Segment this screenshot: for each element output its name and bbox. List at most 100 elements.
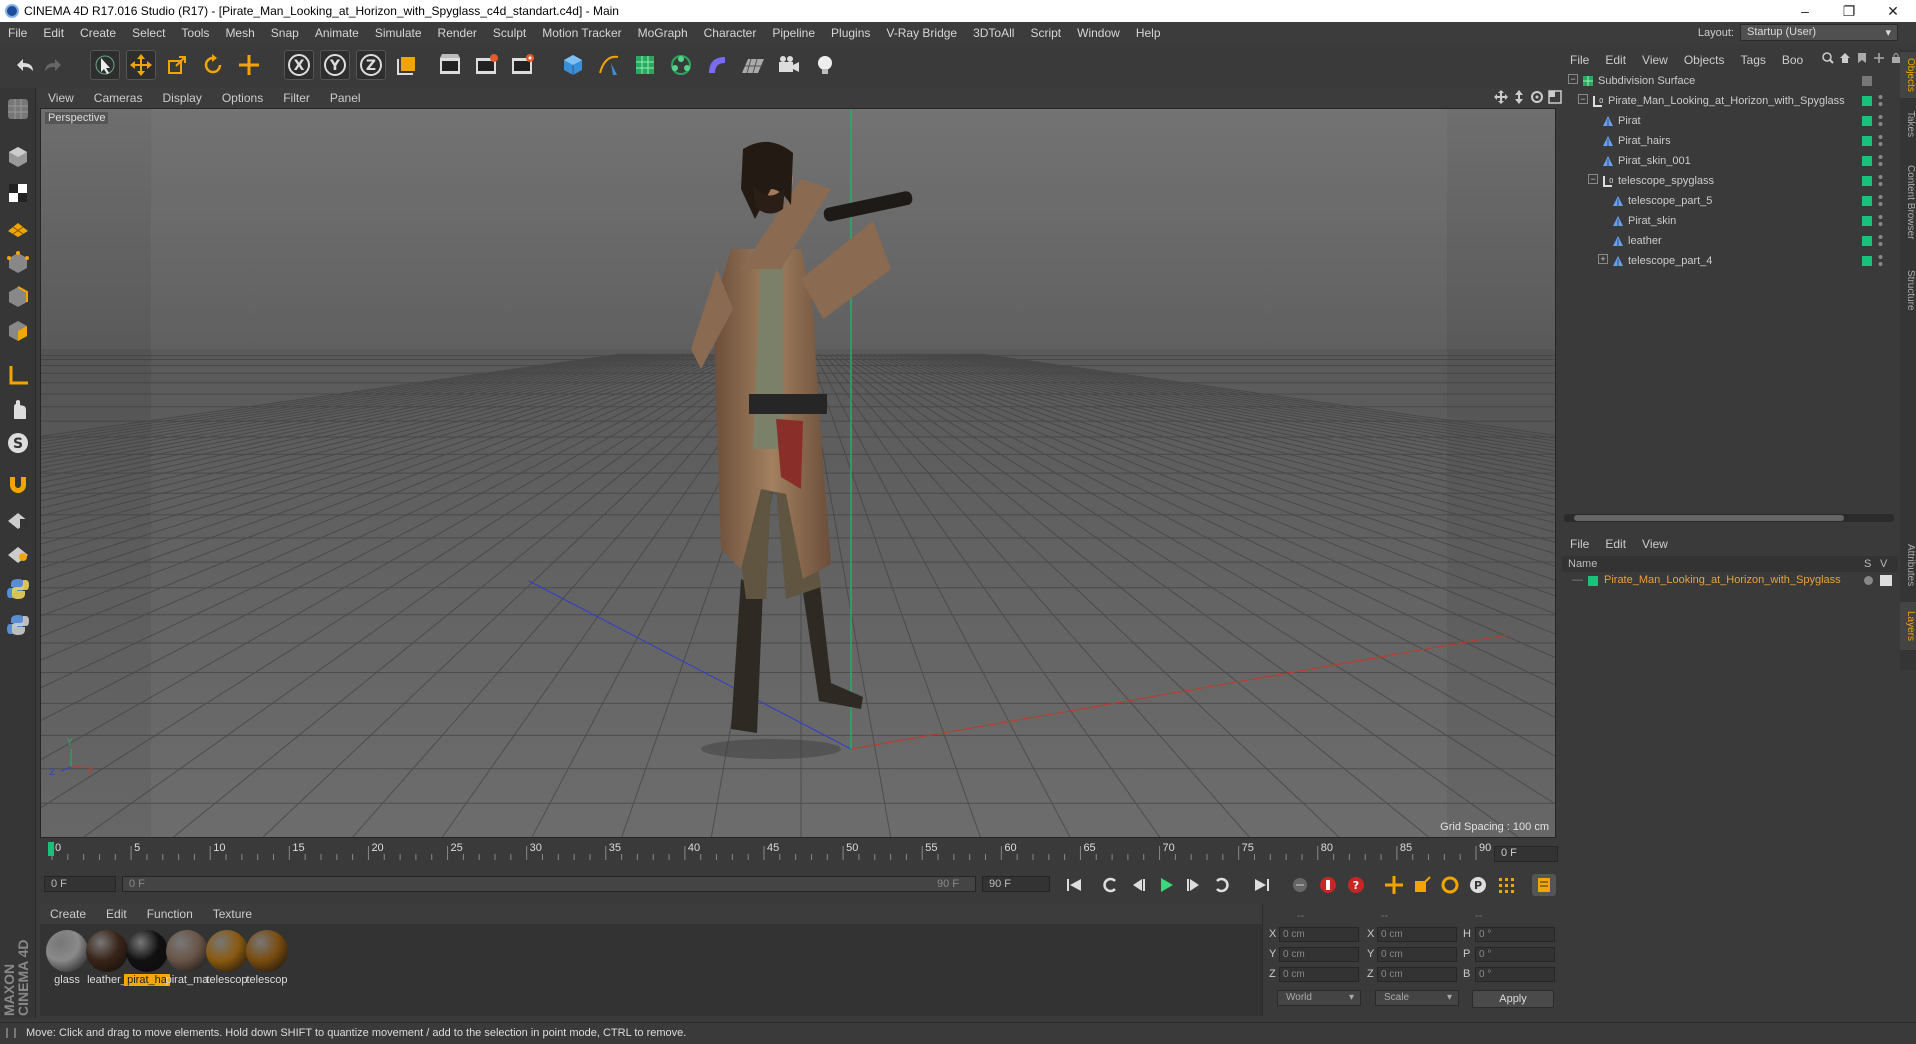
material-menu-edit[interactable]: Edit — [96, 907, 137, 921]
coord-position-field[interactable]: 0 cm — [1279, 947, 1359, 962]
object-menu-boo[interactable]: Boo — [1774, 53, 1811, 67]
layer-tag-icon[interactable] — [1862, 216, 1872, 226]
transform-type-dropdown[interactable]: Scale ▾ — [1375, 990, 1459, 1006]
coord-size-field[interactable]: 0 cm — [1377, 947, 1457, 962]
scale-tool-icon[interactable] — [162, 50, 192, 80]
layer-tag-icon[interactable] — [1862, 116, 1872, 126]
menu-edit[interactable]: Edit — [35, 26, 72, 40]
record-keys-button[interactable] — [1316, 874, 1340, 896]
side-tab-structure[interactable]: Structure — [1900, 258, 1916, 322]
viewport-layout-icon[interactable] — [1548, 90, 1562, 104]
material-menu-texture[interactable]: Texture — [203, 907, 262, 921]
layer-menu-file[interactable]: File — [1562, 537, 1597, 551]
next-frame-button[interactable] — [1182, 874, 1206, 896]
side-tab-attributes[interactable]: Attributes — [1900, 530, 1916, 600]
search-icon[interactable] — [1822, 52, 1834, 64]
maximize-button[interactable]: ❐ — [1826, 0, 1872, 22]
undo-button[interactable] — [8, 50, 38, 80]
previous-frame-button[interactable] — [1126, 874, 1150, 896]
x-axis-lock-icon[interactable]: X — [284, 50, 314, 80]
edges-mode-icon[interactable] — [3, 282, 33, 312]
layer-row[interactable]: — Pirate_Man_Looking_at_Horizon_with_Spy… — [1562, 572, 1898, 590]
menu-file[interactable]: File — [0, 26, 35, 40]
object-menu-tags[interactable]: Tags — [1733, 53, 1774, 67]
rotate-tool-icon[interactable] — [198, 50, 228, 80]
menu-tools[interactable]: Tools — [173, 26, 217, 40]
coord-size-field[interactable]: 0 cm — [1377, 967, 1457, 982]
menu-snap[interactable]: Snap — [263, 26, 307, 40]
polygons-mode-icon[interactable] — [3, 316, 33, 346]
python-plugin-icon[interactable] — [3, 610, 33, 640]
layer-tag-icon[interactable] — [1862, 136, 1872, 146]
cloner-icon[interactable] — [666, 50, 696, 80]
magnet-snap-icon[interactable] — [3, 468, 33, 498]
recent-tool-icon[interactable] — [234, 50, 264, 80]
viewport-menu-options[interactable]: Options — [212, 91, 273, 105]
python-script-icon[interactable] — [3, 574, 33, 604]
menu-select[interactable]: Select — [124, 26, 173, 40]
object-settings-icon[interactable] — [1862, 76, 1872, 86]
next-key-button[interactable] — [1210, 874, 1234, 896]
visibility-dots-icon[interactable] — [1878, 154, 1883, 168]
light-icon[interactable] — [810, 50, 840, 80]
object-row[interactable]: + telescope_part_4 — [1562, 252, 1898, 272]
side-tab-takes[interactable]: Takes — [1900, 102, 1916, 146]
side-tab-content-browser[interactable]: Content Browser — [1900, 152, 1916, 252]
viewport-menu-view[interactable]: View — [38, 91, 84, 105]
layer-solo-toggle[interactable] — [1864, 576, 1873, 585]
menu-sculpt[interactable]: Sculpt — [485, 26, 534, 40]
current-frame-field[interactable]: 0 F — [1494, 846, 1558, 862]
coord-position-field[interactable]: 0 cm — [1279, 967, 1359, 982]
make-editable-icon[interactable] — [3, 94, 33, 124]
object-row[interactable]: Pirat — [1562, 112, 1898, 132]
minimize-button[interactable]: – — [1782, 0, 1828, 22]
frame-range-slider[interactable]: 0 F 90 F — [122, 876, 976, 892]
key-position-icon[interactable] — [1382, 874, 1406, 896]
menu-render[interactable]: Render — [430, 26, 485, 40]
visibility-dots-icon[interactable] — [1878, 94, 1883, 108]
autokeying-button[interactable]: ? — [1344, 874, 1368, 896]
snap-toggle-icon[interactable]: S — [3, 428, 33, 458]
object-row[interactable]: − 0 Pirate_Man_Looking_at_Horizon_with_Spy… — [1562, 92, 1898, 112]
menu-animate[interactable]: Animate — [307, 26, 367, 40]
menu-motion-tracker[interactable]: Motion Tracker — [534, 26, 629, 40]
go-to-start-button[interactable] — [1062, 874, 1086, 896]
menu-window[interactable]: Window — [1069, 26, 1128, 40]
viewport-menu-panel[interactable]: Panel — [320, 91, 371, 105]
visibility-dots-icon[interactable] — [1878, 114, 1883, 128]
layer-tag-icon[interactable] — [1862, 96, 1872, 106]
z-axis-lock-icon[interactable]: Z — [356, 50, 386, 80]
visibility-dots-icon[interactable] — [1878, 134, 1883, 148]
floor-scene-icon[interactable] — [738, 50, 768, 80]
live-selection-tool-icon[interactable] — [90, 50, 120, 80]
visibility-dots-icon[interactable] — [1878, 214, 1883, 228]
material-menu-function[interactable]: Function — [137, 907, 203, 921]
apply-button[interactable]: Apply — [1472, 990, 1554, 1008]
coord-rotation-field[interactable]: 0 ° — [1475, 967, 1555, 982]
visibility-dots-icon[interactable] — [1878, 174, 1883, 188]
locked-workplane-icon[interactable] — [3, 504, 33, 534]
viewport-rotate-icon[interactable] — [1530, 90, 1544, 104]
key-rotation-icon[interactable] — [1438, 874, 1462, 896]
coord-rotation-field[interactable]: 0 ° — [1475, 927, 1555, 942]
visibility-dots-icon[interactable] — [1878, 254, 1883, 268]
layer-visibility-eye-icon[interactable] — [1880, 575, 1892, 586]
start-frame-field[interactable]: 0 F — [44, 876, 116, 892]
previous-key-button[interactable] — [1098, 874, 1122, 896]
coord-rotation-field[interactable]: 0 ° — [1475, 947, 1555, 962]
side-tab-layers[interactable]: Layers — [1900, 602, 1916, 650]
tree-expander-icon[interactable]: − — [1588, 174, 1598, 184]
side-tab-objects[interactable]: Objects — [1900, 52, 1916, 98]
layer-menu-view[interactable]: View — [1634, 537, 1676, 551]
object-menu-objects[interactable]: Objects — [1676, 53, 1733, 67]
bookmark-icon[interactable] — [1856, 52, 1868, 64]
redo-button[interactable] — [40, 50, 70, 80]
menu-mesh[interactable]: Mesh — [217, 26, 262, 40]
coord-size-field[interactable]: 0 cm — [1377, 927, 1457, 942]
y-axis-lock-icon[interactable]: Y — [320, 50, 350, 80]
tree-expander-icon[interactable]: + — [1598, 254, 1608, 264]
render-view-icon[interactable] — [436, 50, 466, 80]
render-settings-icon[interactable] — [508, 50, 538, 80]
coord-position-field[interactable]: 0 cm — [1279, 927, 1359, 942]
layer-tag-icon[interactable] — [1862, 176, 1872, 186]
